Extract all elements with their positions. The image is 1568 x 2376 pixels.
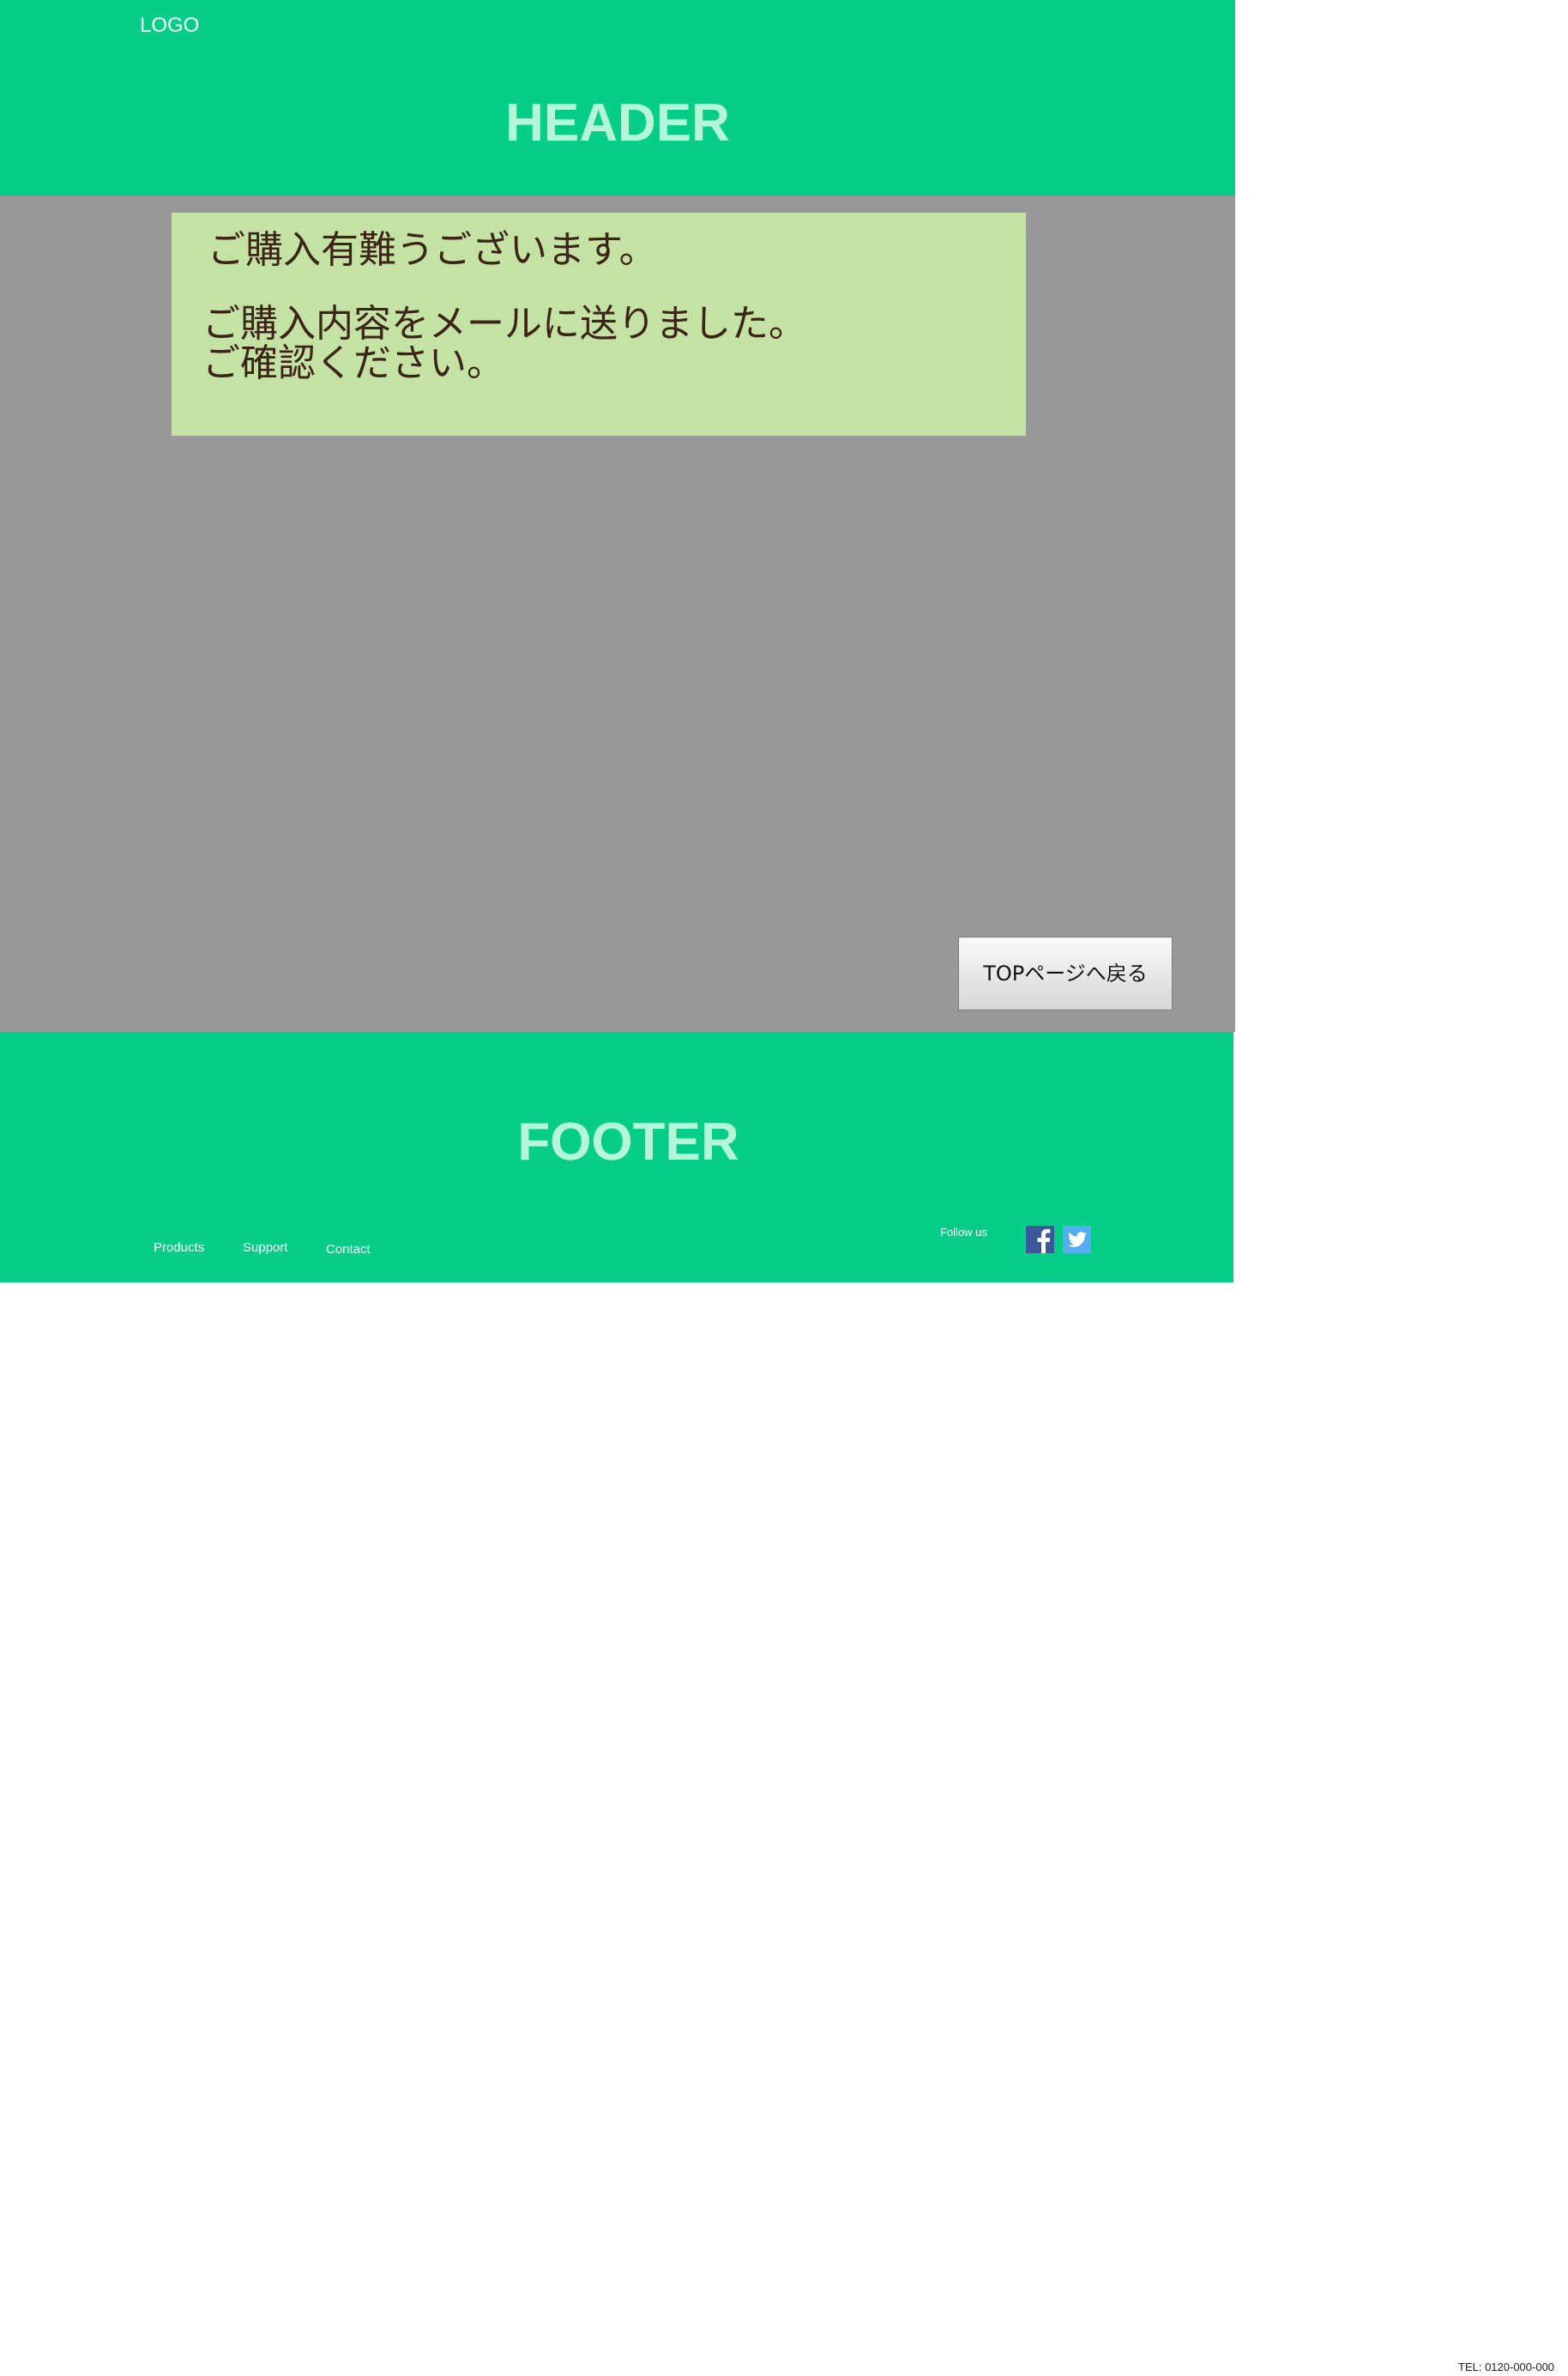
footer-link-support[interactable]: Support xyxy=(243,1240,288,1256)
footer-link-products[interactable]: Products xyxy=(154,1240,204,1256)
thanks-message: ご購入有難うございます。 xyxy=(208,228,657,272)
twitter-icon[interactable] xyxy=(1063,1226,1091,1253)
page: LOGO HEADER ご購入有難うございます。 ご購入内容をメールに送りました… xyxy=(0,0,1568,2376)
follow-us-label: Follow us xyxy=(940,1226,987,1239)
telephone-number: TEL: 0120-000-000 xyxy=(1458,2361,1555,2373)
footer-title: FOOTER xyxy=(517,1113,739,1172)
footer-link-contact[interactable]: Contact xyxy=(326,1242,371,1257)
logo[interactable]: LOGO xyxy=(140,14,199,38)
email-sent-message: ご購入内容をメールに送りました。 xyxy=(202,302,806,346)
main-content: ご購入有難うございます。 ご購入内容をメールに送りました。 ご確認ください。 T… xyxy=(0,196,1235,1032)
footer: FOOTER Products Support Contact Follow u… xyxy=(0,1032,1233,1282)
confirm-message: ご確認ください。 xyxy=(202,341,504,385)
facebook-icon[interactable] xyxy=(1026,1226,1054,1253)
header-title: HEADER xyxy=(505,93,730,153)
back-to-top-button[interactable]: TOPページへ戻る xyxy=(958,937,1173,1010)
purchase-message-box: ご購入有難うございます。 ご購入内容をメールに送りました。 ご確認ください。 xyxy=(172,213,1026,436)
header: LOGO HEADER xyxy=(0,0,1235,196)
